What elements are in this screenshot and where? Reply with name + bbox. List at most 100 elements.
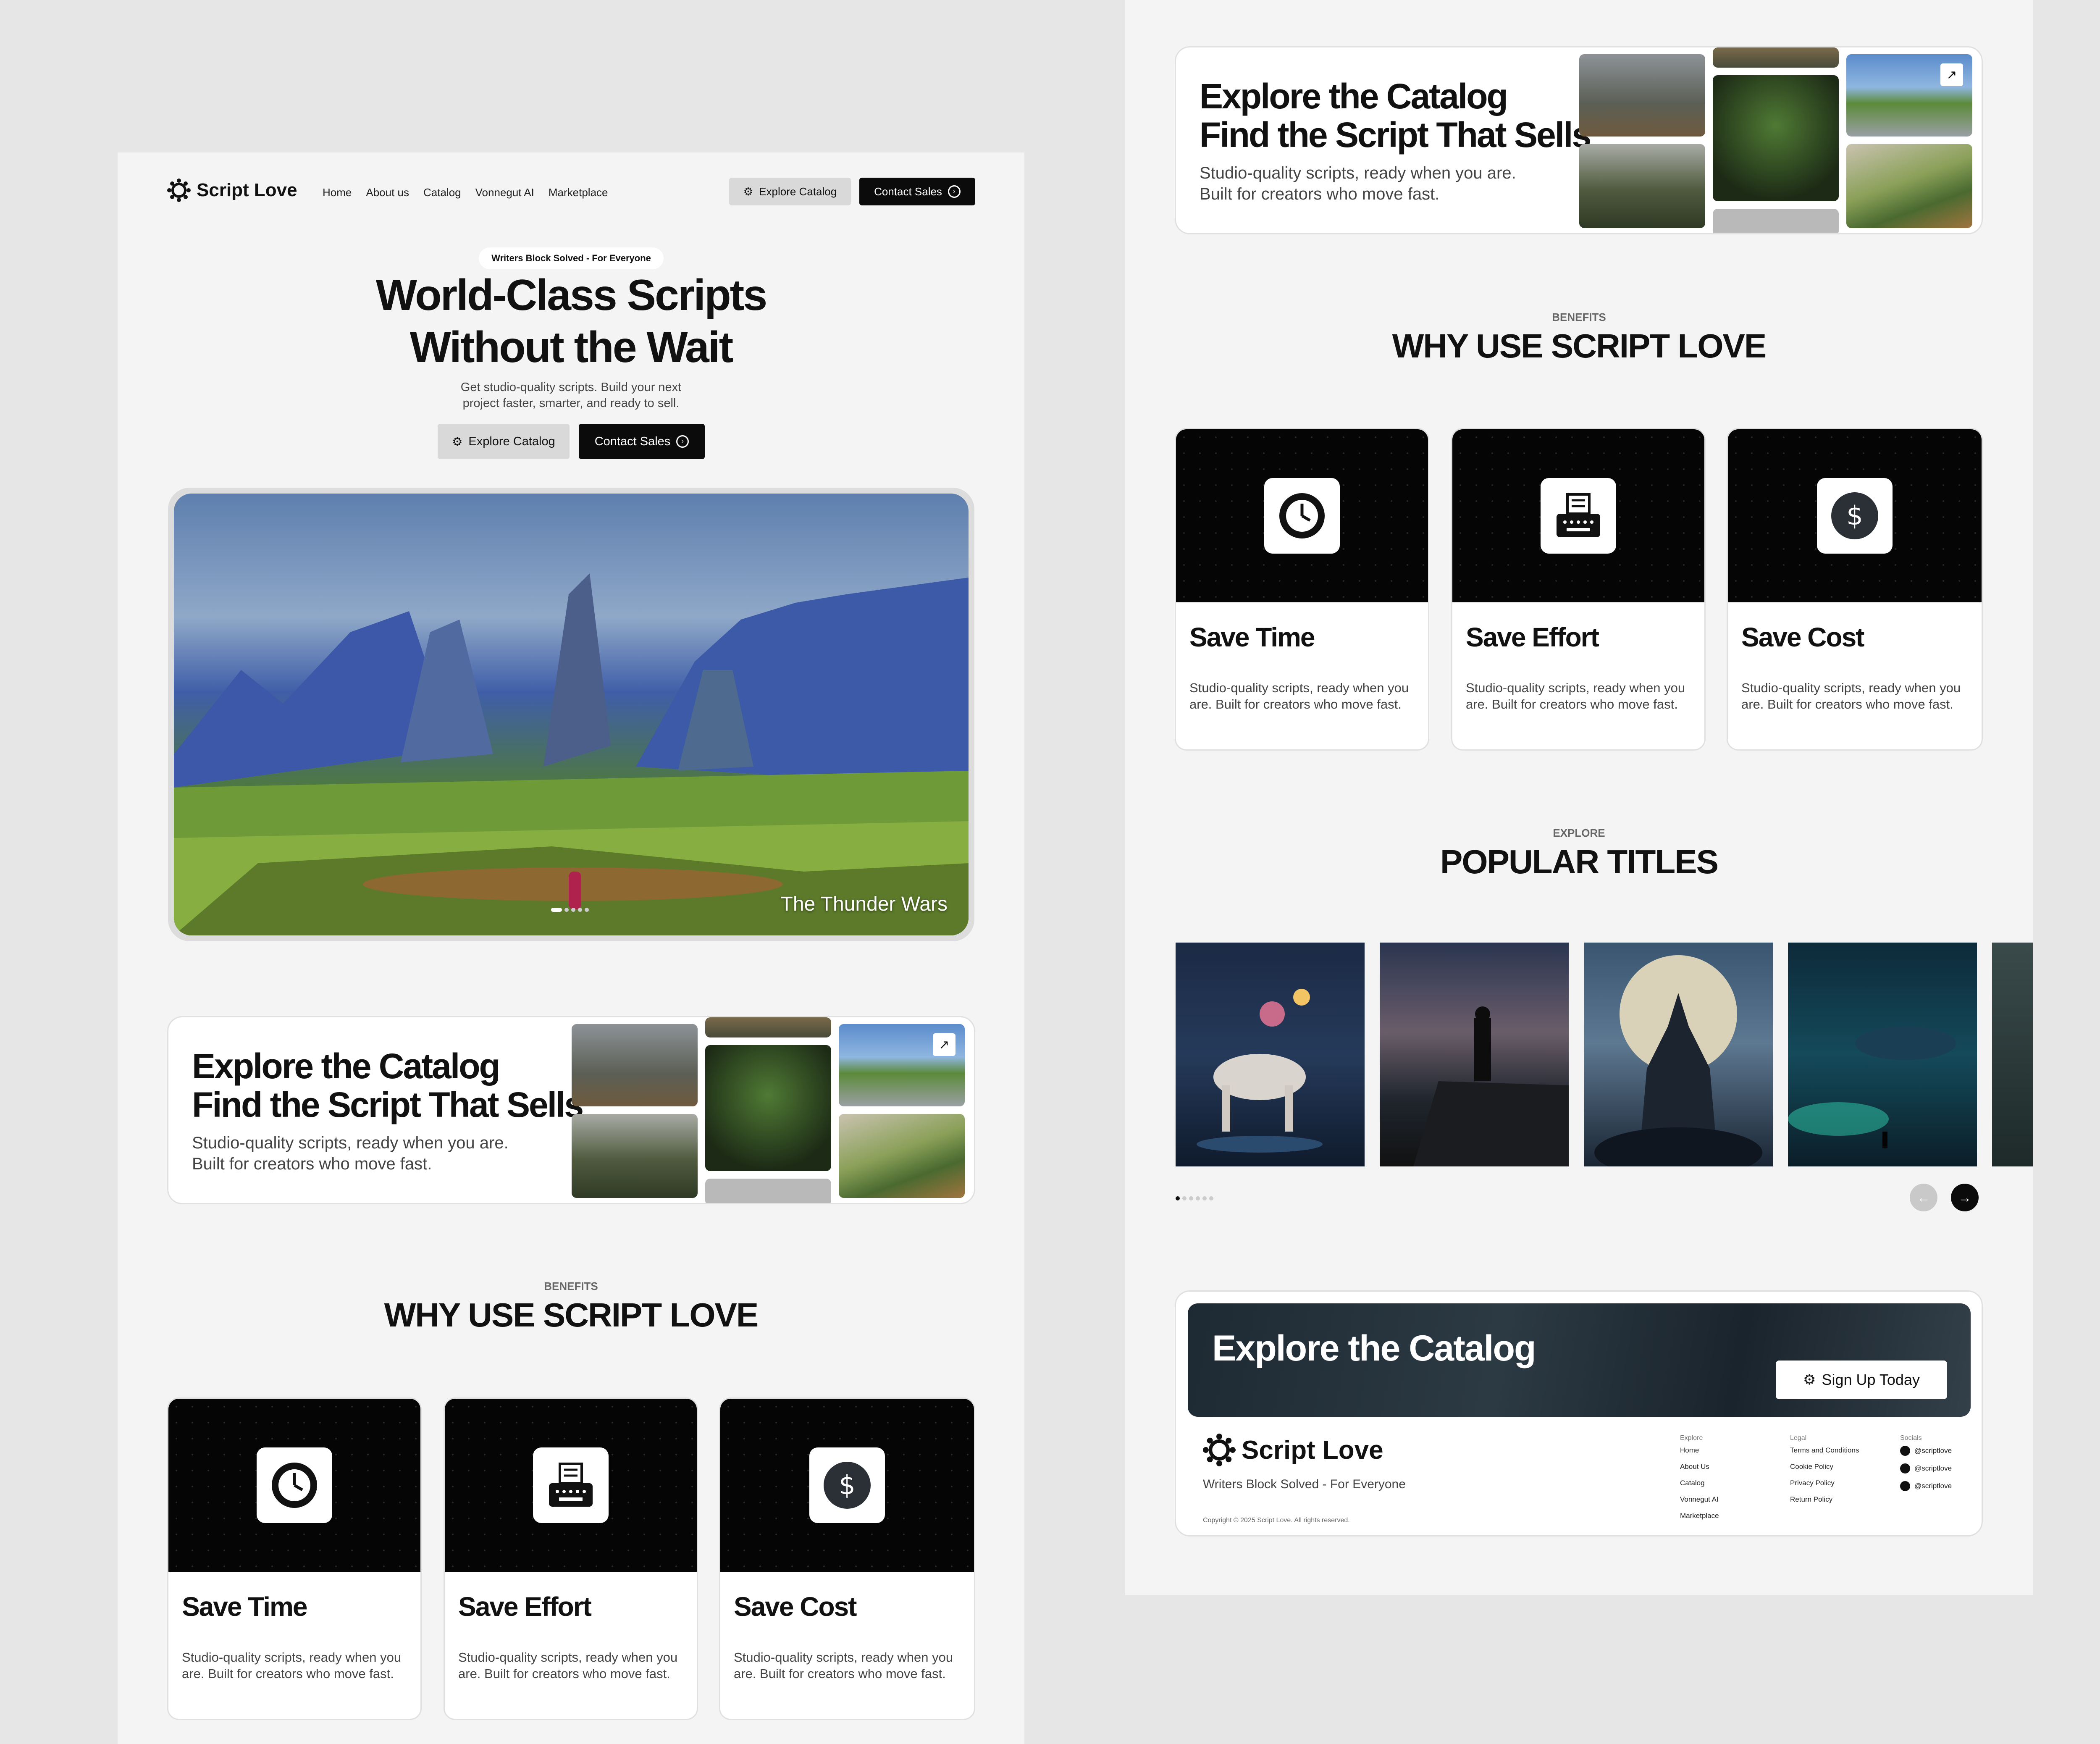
carousel-dot[interactable] — [1182, 1196, 1186, 1200]
carousel-dot[interactable] — [1202, 1196, 1207, 1200]
dollar-icon: $ — [809, 1447, 885, 1523]
carousel-dot[interactable] — [1196, 1196, 1200, 1200]
slider-dot[interactable] — [564, 908, 569, 912]
hero-explore-button[interactable]: ⚙ Explore Catalog — [438, 424, 570, 459]
hero-title-line1: World-Class Scripts — [375, 271, 767, 320]
moon-castle-poster[interactable] — [1584, 943, 1773, 1166]
catalog-card[interactable]: Explore the Catalog Find the Script That… — [1175, 46, 1983, 234]
hero-contact-button[interactable]: Contact Sales › — [579, 424, 705, 459]
catalog-thumb — [705, 1179, 831, 1203]
footer-link-terms[interactable]: Terms and Conditions — [1790, 1442, 1859, 1458]
nav-link-vonnegut-ai[interactable]: Vonnegut AI — [475, 186, 534, 199]
arrow-circle-icon: › — [676, 435, 689, 448]
catalog-thumb — [839, 1114, 965, 1198]
benefit-card-save-effort: Save Effort Studio-quality scripts, read… — [444, 1397, 698, 1720]
social-link-instagram[interactable]: @scriptlove — [1900, 1460, 1952, 1477]
arrow-right-icon: → — [1958, 1190, 1971, 1205]
typewriter-icon — [533, 1447, 609, 1523]
popular-eyebrow: EXPLORE — [1553, 827, 1605, 839]
gear-icon: ⚙ — [452, 435, 463, 448]
footer-card: Explore the Catalog ⚙ Sign Up Today Scri… — [1175, 1290, 1983, 1537]
catalog-subtitle-line2: Built for creators who move fast. — [1200, 185, 1440, 203]
footer-explore-column: Explore Home About Us Catalog Vonnegut A… — [1680, 1434, 1719, 1524]
benefit-card-save-time: Save Time Studio-quality scripts, ready … — [167, 1397, 422, 1720]
slider-dot[interactable] — [571, 908, 575, 912]
catalog-title-line2: Find the Script That Sells — [1200, 115, 1591, 155]
catalog-title-line1: Explore the Catalog — [1200, 76, 1508, 116]
social-handle: @scriptlove — [1914, 1482, 1952, 1490]
catalog-thumb — [705, 1017, 831, 1037]
footer-legal-heading: Legal — [1790, 1434, 1807, 1442]
instagram-icon — [1900, 1463, 1910, 1473]
svg-text:$: $ — [1846, 500, 1863, 531]
carousel-prev-button[interactable]: ← — [1910, 1184, 1937, 1211]
social-handle: @scriptlove — [1914, 1447, 1952, 1455]
benefit-title: Save Time — [182, 1592, 307, 1622]
carousel-dot[interactable] — [1189, 1196, 1193, 1200]
footer-link-return[interactable]: Return Policy — [1790, 1491, 1859, 1508]
nav-link-marketplace[interactable]: Marketplace — [549, 186, 608, 199]
footer-link-privacy[interactable]: Privacy Policy — [1790, 1475, 1859, 1491]
clock-icon — [257, 1447, 332, 1523]
slider-dot[interactable] — [578, 908, 582, 912]
external-link-icon[interactable]: ↗ — [1940, 63, 1963, 86]
slider-dots — [551, 908, 589, 912]
benefit-title: Save Effort — [458, 1592, 592, 1622]
footer-link-home[interactable]: Home — [1680, 1442, 1719, 1458]
arrow-circle-icon: › — [948, 185, 961, 198]
forest-poster[interactable] — [1992, 943, 2033, 1166]
benefit-card-save-cost: $ Save Cost Studio-quality scripts, read… — [719, 1397, 975, 1720]
hero-slide-image[interactable]: The Thunder Wars — [174, 494, 969, 935]
catalog-card[interactable]: Explore the Catalog Find the Script That… — [167, 1016, 975, 1204]
hero-title-line2: Without the Wait — [410, 323, 733, 372]
social-link-facebook[interactable]: @scriptlove — [1900, 1477, 1952, 1495]
footer-link-cookie[interactable]: Cookie Policy — [1790, 1458, 1859, 1475]
gear-icon: ⚙ — [1803, 1372, 1816, 1388]
footer-banner-title: Explore the Catalog — [1212, 1328, 1536, 1368]
carousel-next-button[interactable]: → — [1951, 1184, 1979, 1211]
nav-link-about[interactable]: About us — [366, 186, 409, 199]
slide-caption: The Thunder Wars — [780, 893, 948, 915]
cliff-traveler-poster[interactable] — [1380, 943, 1569, 1166]
signup-label: Sign Up Today — [1822, 1371, 1920, 1388]
typewriter-icon — [1541, 478, 1616, 554]
brand-logo[interactable]: Script Love — [167, 179, 297, 202]
footer-link-vonnegut-ai[interactable]: Vonnegut AI — [1680, 1491, 1719, 1508]
slider-dot[interactable] — [551, 908, 562, 912]
nav-explore-button[interactable]: ⚙ Explore Catalog — [729, 178, 851, 205]
benefits-eyebrow: BENEFITS — [544, 1280, 598, 1292]
benefit-text: Studio-quality scripts, ready when you a… — [1466, 680, 1685, 712]
catalog-thumb — [572, 1114, 698, 1198]
external-link-icon[interactable]: ↗ — [933, 1033, 956, 1056]
carousel-dot[interactable] — [1176, 1196, 1180, 1200]
page-preview-right: Explore the Catalog Find the Script That… — [1125, 0, 2033, 1595]
footer-brand[interactable]: Script Love — [1203, 1434, 1383, 1466]
underwater-whale-poster[interactable] — [1788, 943, 1977, 1166]
catalog-thumb — [1579, 54, 1705, 137]
benefits-title: WHY USE SCRIPT LOVE — [1392, 327, 1767, 365]
catalog-thumb — [1713, 47, 1839, 68]
clock-icon — [1264, 478, 1340, 554]
brand-name: Script Love — [197, 180, 297, 200]
nav-link-catalog[interactable]: Catalog — [423, 186, 461, 199]
catalog-thumb — [1579, 144, 1705, 228]
carousel-dot[interactable] — [1209, 1196, 1213, 1200]
benefit-title: Save Cost — [1741, 622, 1864, 652]
social-link-x[interactable]: @scriptlove — [1900, 1442, 1952, 1460]
footer-link-marketplace[interactable]: Marketplace — [1680, 1508, 1719, 1524]
mountain-valley-illustration — [174, 573, 969, 935]
gear-logo-icon — [1203, 1434, 1236, 1466]
nav-contact-label: Contact Sales — [874, 185, 942, 198]
benefit-title: Save Time — [1189, 622, 1315, 652]
footer-legal-column: Legal Terms and Conditions Cookie Policy… — [1790, 1434, 1859, 1508]
footer-link-catalog[interactable]: Catalog — [1680, 1475, 1719, 1491]
slider-dot[interactable] — [585, 908, 589, 912]
nav-link-home[interactable]: Home — [323, 186, 352, 199]
catalog-subtitle-line2: Built for creators who move fast. — [192, 1155, 432, 1173]
benefit-title: Save Cost — [734, 1592, 857, 1622]
footer-link-about[interactable]: About Us — [1680, 1458, 1719, 1475]
catalog-subtitle-line1: Studio-quality scripts, ready when you a… — [192, 1134, 509, 1152]
nav-contact-button[interactable]: Contact Sales › — [859, 178, 975, 205]
unicorn-poster[interactable] — [1176, 943, 1365, 1166]
signup-button[interactable]: ⚙ Sign Up Today — [1776, 1361, 1947, 1399]
